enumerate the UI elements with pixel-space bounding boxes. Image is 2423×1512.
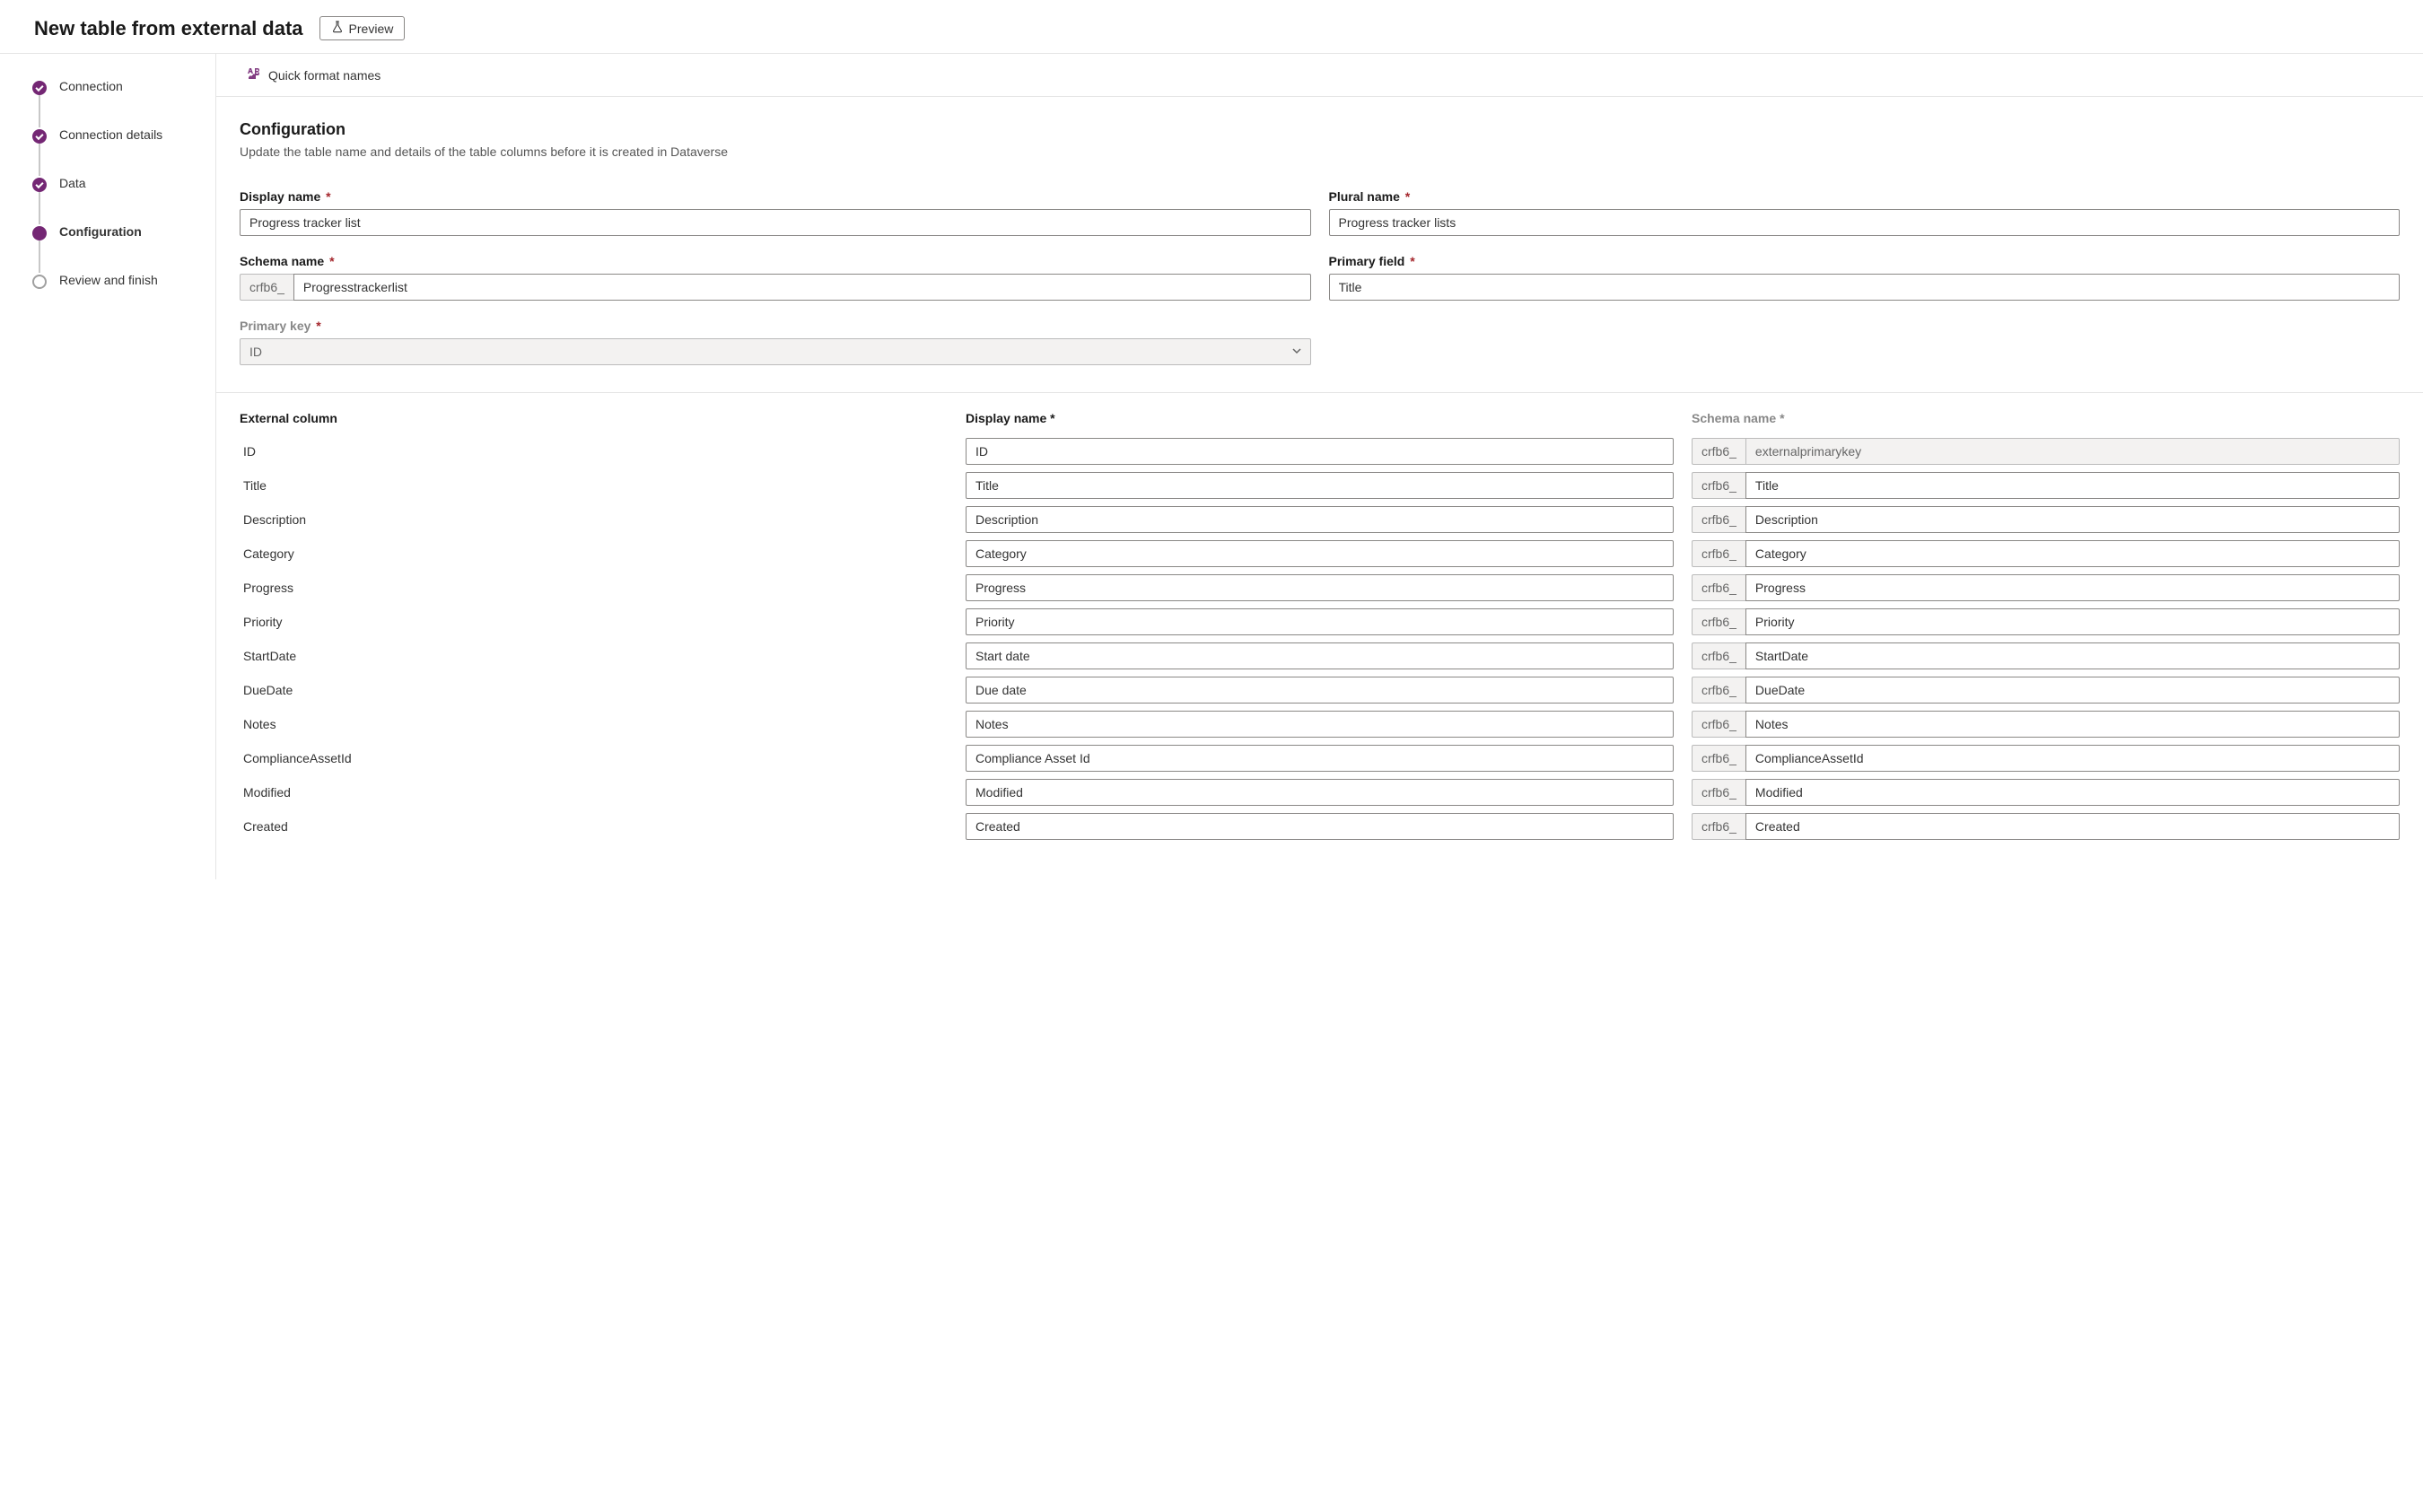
primary-key-select[interactable] xyxy=(240,338,1311,365)
quick-format-names-button[interactable]: Quick format names xyxy=(240,63,388,87)
column-schema-prefix: crfb6_ xyxy=(1692,472,1745,499)
page-header: New table from external data Preview xyxy=(0,0,2423,54)
step-label: Connection details xyxy=(59,127,162,142)
column-schema-prefix: crfb6_ xyxy=(1692,540,1745,567)
display-name-label: Display name * xyxy=(240,189,1311,204)
column-display-name-input[interactable] xyxy=(966,813,1674,840)
external-column-cell: Created xyxy=(240,809,948,843)
preview-button-label: Preview xyxy=(349,22,394,36)
external-column-cell: Notes xyxy=(240,707,948,741)
external-column-cell: DueDate xyxy=(240,673,948,707)
column-display-name-input[interactable] xyxy=(966,677,1674,704)
external-column-cell: Category xyxy=(240,537,948,571)
external-column-header: External column xyxy=(240,411,948,434)
step-connection-details[interactable]: Connection details xyxy=(32,127,206,176)
column-schema-prefix: crfb6_ xyxy=(1692,813,1745,840)
column-display-name-input[interactable] xyxy=(966,438,1674,465)
steps-sidebar: Connection Connection details Data Configur… xyxy=(0,54,215,879)
step-review-and-finish[interactable]: Review and finish xyxy=(32,273,206,321)
step-configuration[interactable]: Configuration xyxy=(32,224,206,273)
divider xyxy=(216,392,2423,393)
column-schema-name-input[interactable] xyxy=(1745,745,2400,772)
column-schema-name-input[interactable] xyxy=(1745,540,2400,567)
column-schema-name-input[interactable] xyxy=(1745,574,2400,601)
column-display-name-input[interactable] xyxy=(966,779,1674,806)
step-indicator xyxy=(32,275,47,289)
display-name-column-header: Display name * xyxy=(966,411,1674,434)
main-content: Quick format names Configuration Update … xyxy=(215,54,2423,879)
column-schema-name-input[interactable] xyxy=(1745,642,2400,669)
step-label: Review and finish xyxy=(59,273,158,287)
column-schema-name-input[interactable] xyxy=(1745,779,2400,806)
column-display-name-input[interactable] xyxy=(966,540,1674,567)
external-column-cell: ID xyxy=(240,434,948,468)
step-label: Connection xyxy=(59,79,123,93)
column-display-name-input[interactable] xyxy=(966,472,1674,499)
schema-name-input[interactable] xyxy=(293,274,1311,301)
column-schema-prefix: crfb6_ xyxy=(1692,642,1745,669)
column-display-name-input[interactable] xyxy=(966,506,1674,533)
column-schema-prefix: crfb6_ xyxy=(1692,779,1745,806)
primary-field-input[interactable] xyxy=(1329,274,2401,301)
column-schema-name-input[interactable] xyxy=(1745,711,2400,738)
column-display-name-input[interactable] xyxy=(966,711,1674,738)
column-display-name-input[interactable] xyxy=(966,608,1674,635)
step-label: Configuration xyxy=(59,224,142,239)
external-column-cell: Progress xyxy=(240,571,948,605)
column-schema-name-input[interactable] xyxy=(1745,677,2400,704)
external-column-cell: Title xyxy=(240,468,948,503)
column-display-name-input[interactable] xyxy=(966,574,1674,601)
step-connector xyxy=(39,240,40,273)
column-schema-prefix: crfb6_ xyxy=(1692,711,1745,738)
step-indicator xyxy=(32,129,47,144)
column-schema-prefix: crfb6_ xyxy=(1692,506,1745,533)
page-title: New table from external data xyxy=(34,17,303,40)
column-display-name-input[interactable] xyxy=(966,642,1674,669)
step-label: Data xyxy=(59,176,86,190)
column-display-name-input[interactable] xyxy=(966,745,1674,772)
step-data[interactable]: Data xyxy=(32,176,206,224)
step-indicator xyxy=(32,81,47,95)
step-connector xyxy=(39,95,40,127)
column-schema-name-input[interactable] xyxy=(1745,472,2400,499)
primary-key-label: Primary key * xyxy=(240,319,1311,333)
column-schema-name-input[interactable] xyxy=(1745,608,2400,635)
column-schema-prefix: crfb6_ xyxy=(1692,608,1745,635)
column-schema-name-input[interactable] xyxy=(1745,506,2400,533)
schema-name-label: Schema name * xyxy=(240,254,1311,268)
column-schema-name-input xyxy=(1745,438,2400,465)
format-icon xyxy=(247,66,261,83)
step-indicator xyxy=(32,226,47,240)
schema-name-column-header: Schema name * xyxy=(1692,411,2400,434)
step-connection[interactable]: Connection xyxy=(32,79,206,127)
schema-prefix: crfb6_ xyxy=(240,274,293,301)
external-column-cell: Priority xyxy=(240,605,948,639)
section-description: Update the table name and details of the… xyxy=(240,144,2400,159)
external-column-cell: ComplianceAssetId xyxy=(240,741,948,775)
section-title: Configuration xyxy=(240,120,2400,139)
step-connector xyxy=(39,144,40,176)
external-column-cell: StartDate xyxy=(240,639,948,673)
display-name-input[interactable] xyxy=(240,209,1311,236)
step-indicator xyxy=(32,178,47,192)
primary-field-label: Primary field * xyxy=(1329,254,2401,268)
column-schema-prefix: crfb6_ xyxy=(1692,574,1745,601)
toolbar: Quick format names xyxy=(216,54,2423,97)
quick-format-names-label: Quick format names xyxy=(268,68,381,83)
column-schema-name-input[interactable] xyxy=(1745,813,2400,840)
external-column-cell: Modified xyxy=(240,775,948,809)
column-schema-prefix: crfb6_ xyxy=(1692,745,1745,772)
plural-name-label: Plural name * xyxy=(1329,189,2401,204)
external-column-cell: Description xyxy=(240,503,948,537)
plural-name-input[interactable] xyxy=(1329,209,2401,236)
column-schema-prefix: crfb6_ xyxy=(1692,438,1745,465)
flask-icon xyxy=(331,21,344,36)
step-connector xyxy=(39,192,40,224)
preview-button[interactable]: Preview xyxy=(319,16,406,40)
column-schema-prefix: crfb6_ xyxy=(1692,677,1745,704)
